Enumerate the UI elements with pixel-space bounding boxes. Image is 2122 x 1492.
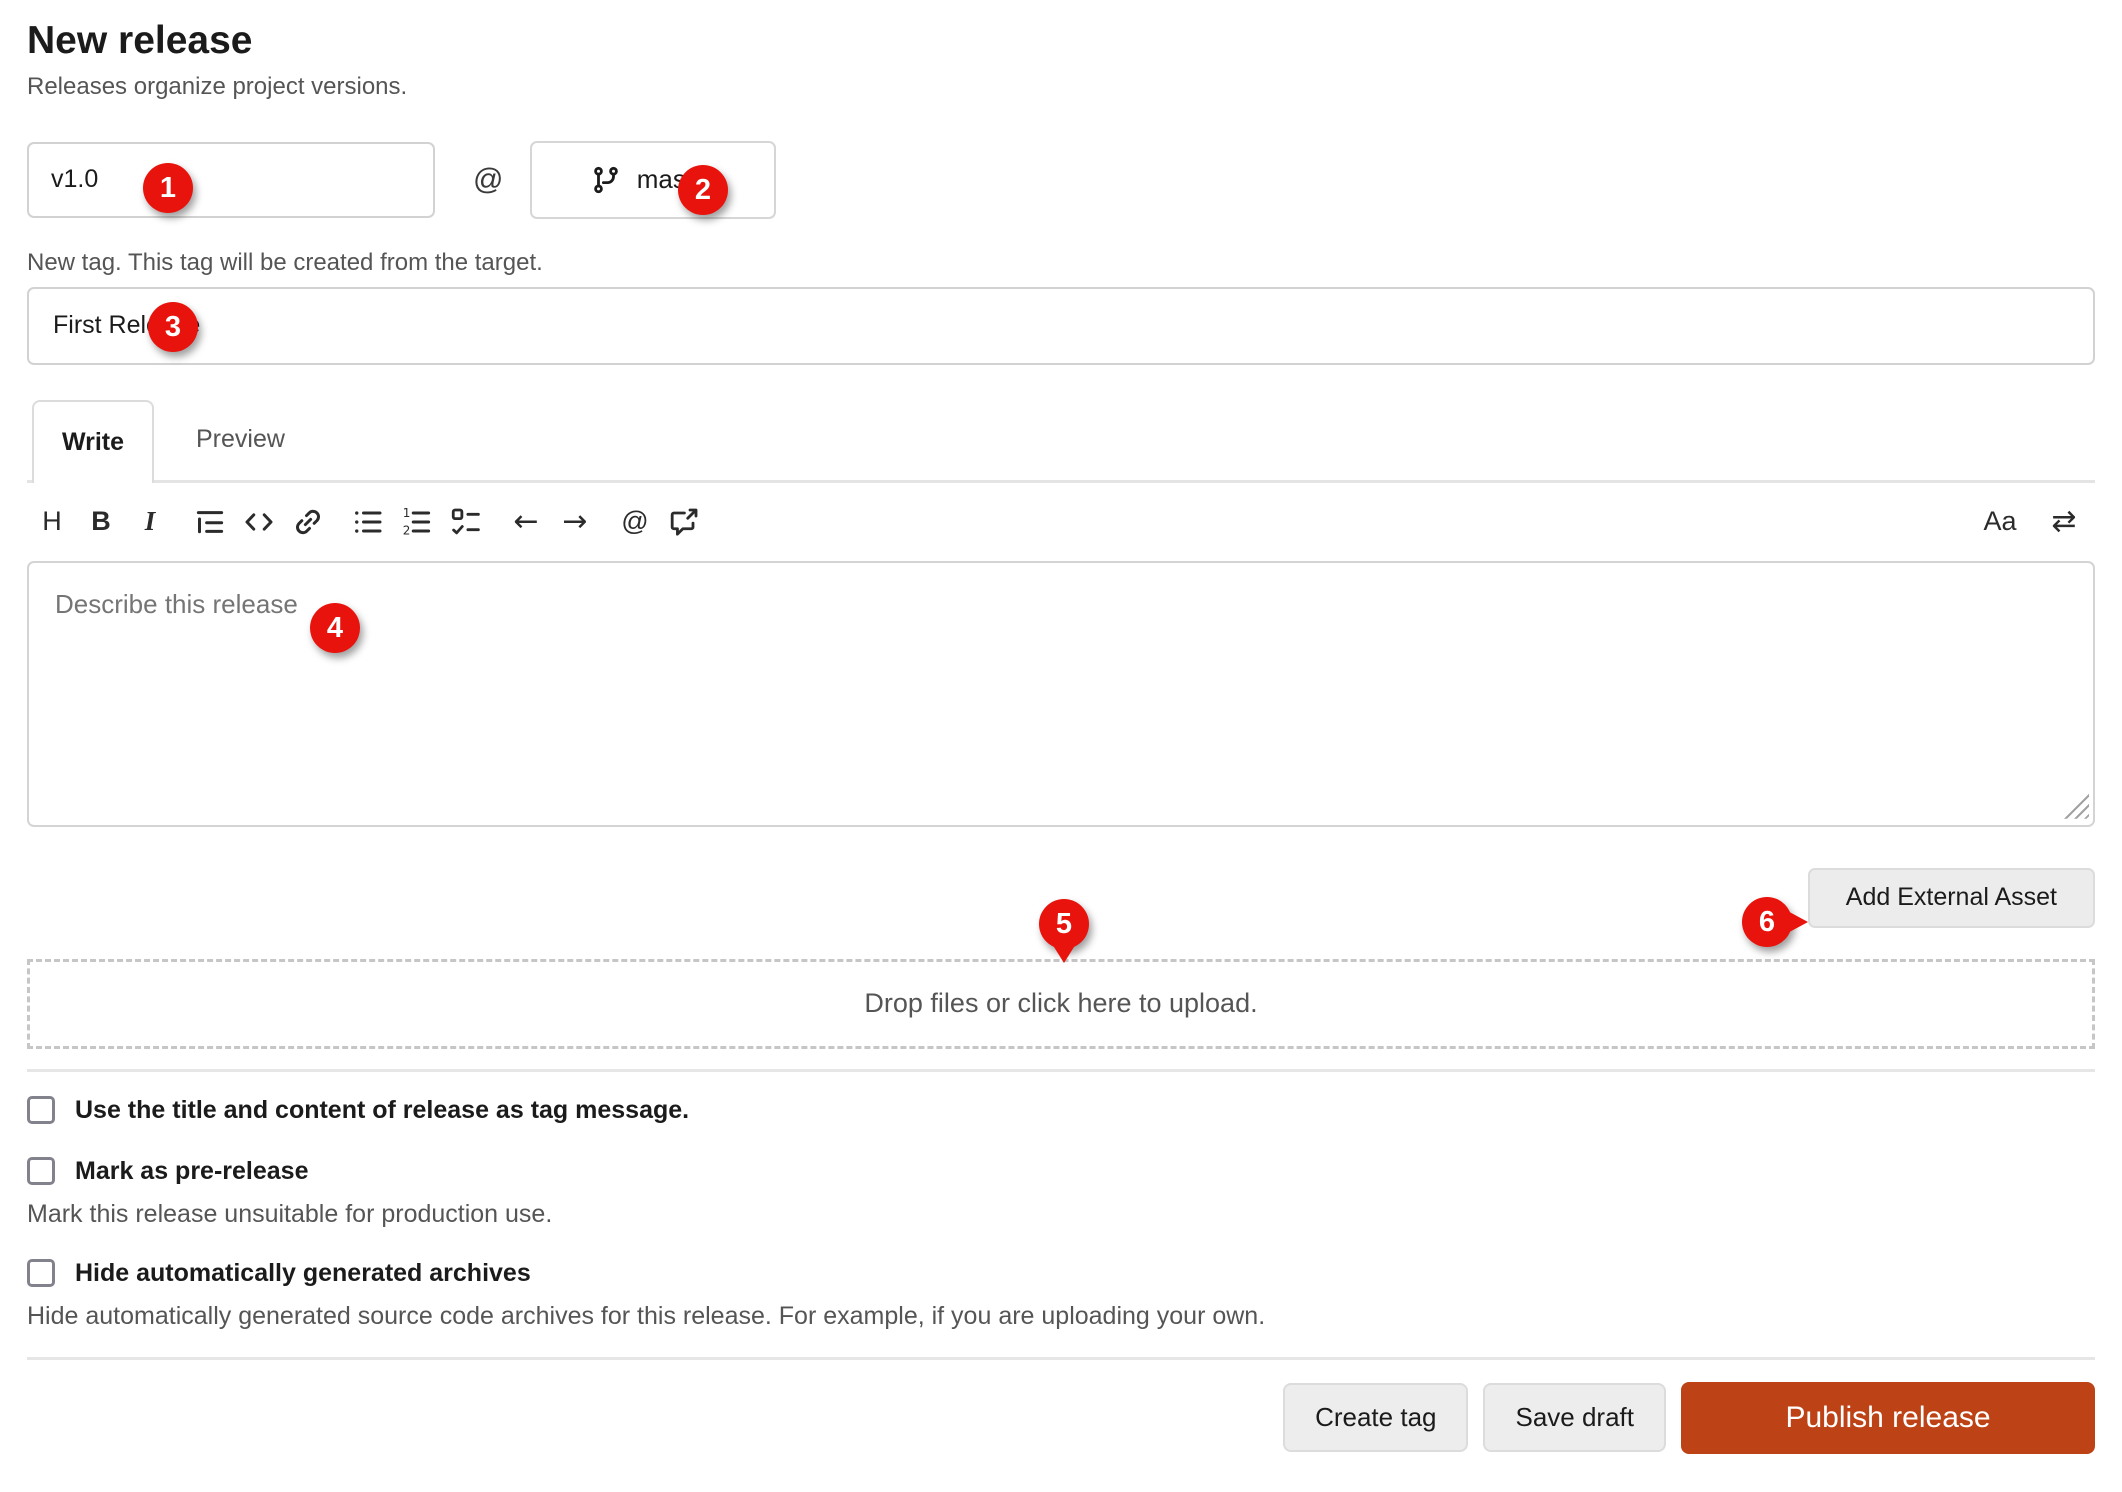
svg-text:1: 1	[403, 507, 411, 520]
at-separator: @	[473, 163, 503, 197]
target-branch-dropdown[interactable]: master	[530, 141, 776, 219]
task-list-icon	[451, 507, 481, 537]
editor-tabs: Write Preview	[27, 399, 2095, 483]
dropzone-text: Drop files or click here to upload.	[864, 988, 1257, 1019]
create-tag-button[interactable]: Create tag	[1283, 1383, 1468, 1452]
page-title: New release	[27, 18, 2095, 65]
link-icon	[293, 507, 323, 537]
code-button[interactable]	[240, 503, 278, 541]
ordered-list-button[interactable]: 1 2	[398, 503, 436, 541]
quote-button[interactable]	[191, 503, 229, 541]
hide-archives-description: Hide automatically generated source code…	[27, 1302, 2095, 1331]
tag-target-row: @ master	[27, 141, 2095, 219]
bold-button[interactable]: B	[82, 503, 120, 541]
annotation-marker-3: 3	[148, 302, 198, 352]
pre-release-label[interactable]: Mark as pre-release	[75, 1157, 308, 1186]
section-divider	[27, 1069, 2095, 1072]
save-draft-button[interactable]: Save draft	[1483, 1383, 1666, 1452]
link-button[interactable]	[289, 503, 327, 541]
svg-text:2: 2	[403, 523, 411, 537]
tag-message-label[interactable]: Use the title and content of release as …	[75, 1096, 689, 1125]
italic-button[interactable]: I	[131, 503, 169, 541]
switch-editor-button[interactable]: ⇄	[2045, 503, 2083, 541]
hide-archives-checkbox[interactable]	[27, 1259, 55, 1287]
quote-icon	[195, 507, 225, 537]
bold-icon: B	[91, 508, 111, 535]
annotation-marker-2: 2	[678, 165, 728, 215]
page-subtitle: Releases organize project versions.	[27, 73, 2095, 101]
footer-divider	[27, 1357, 2095, 1360]
indent-button[interactable]: →	[556, 503, 594, 541]
option-tag-message: Use the title and content of release as …	[27, 1096, 2095, 1125]
editor-body	[27, 561, 2095, 827]
ordered-list-icon: 1 2	[402, 507, 432, 537]
arrow-right-icon: →	[562, 507, 587, 537]
git-branch-icon	[591, 165, 621, 195]
switch-arrows-icon: ⇄	[2051, 507, 2076, 537]
option-hide-archives: Hide automatically generated archives Hi…	[27, 1259, 2095, 1331]
tab-write[interactable]: Write	[32, 400, 154, 483]
hide-archives-label[interactable]: Hide automatically generated archives	[75, 1259, 531, 1288]
pre-release-checkbox[interactable]	[27, 1157, 55, 1185]
annotation-marker-6: 6	[1742, 897, 1792, 947]
release-title-input[interactable]	[27, 287, 2095, 365]
publish-release-button[interactable]: Publish release	[1681, 1382, 2095, 1454]
cross-reference-icon	[669, 507, 699, 537]
arrow-left-icon: ←	[513, 507, 538, 537]
tag-message-checkbox[interactable]	[27, 1096, 55, 1124]
task-list-button[interactable]	[447, 503, 485, 541]
heading-button[interactable]: H	[33, 503, 71, 541]
tag-helper-text: New tag. This tag will be created from t…	[27, 249, 2095, 277]
mention-button[interactable]: @	[616, 503, 654, 541]
release-description-textarea[interactable]	[27, 561, 2095, 827]
release-options: Use the title and content of release as …	[27, 1096, 2095, 1331]
monospace-toggle-button[interactable]: Aa	[1973, 503, 2027, 541]
monospace-icon: Aa	[1983, 508, 2016, 535]
outdent-button[interactable]: ←	[507, 503, 545, 541]
tag-name-input[interactable]	[27, 142, 435, 218]
code-icon	[244, 507, 274, 537]
annotation-marker-1: 1	[143, 163, 193, 213]
pre-release-description: Mark this release unsuitable for product…	[27, 1200, 2095, 1229]
markdown-toolbar: H B I	[27, 483, 2095, 561]
add-external-asset-button[interactable]: Add External Asset	[1808, 868, 2095, 928]
annotation-marker-5: 5	[1039, 899, 1089, 949]
option-pre-release: Mark as pre-release Mark this release un…	[27, 1157, 2095, 1229]
footer-actions: Create tag Save draft Publish release	[27, 1382, 2095, 1454]
mention-icon: @	[621, 508, 648, 535]
reference-button[interactable]	[665, 503, 703, 541]
heading-icon: H	[42, 508, 62, 535]
unordered-list-icon	[353, 507, 383, 537]
tab-preview[interactable]: Preview	[154, 399, 327, 480]
italic-icon: I	[145, 508, 156, 535]
unordered-list-button[interactable]	[349, 503, 387, 541]
new-release-page: New release Releases organize project ve…	[0, 0, 2122, 1492]
annotation-marker-4: 4	[310, 603, 360, 653]
